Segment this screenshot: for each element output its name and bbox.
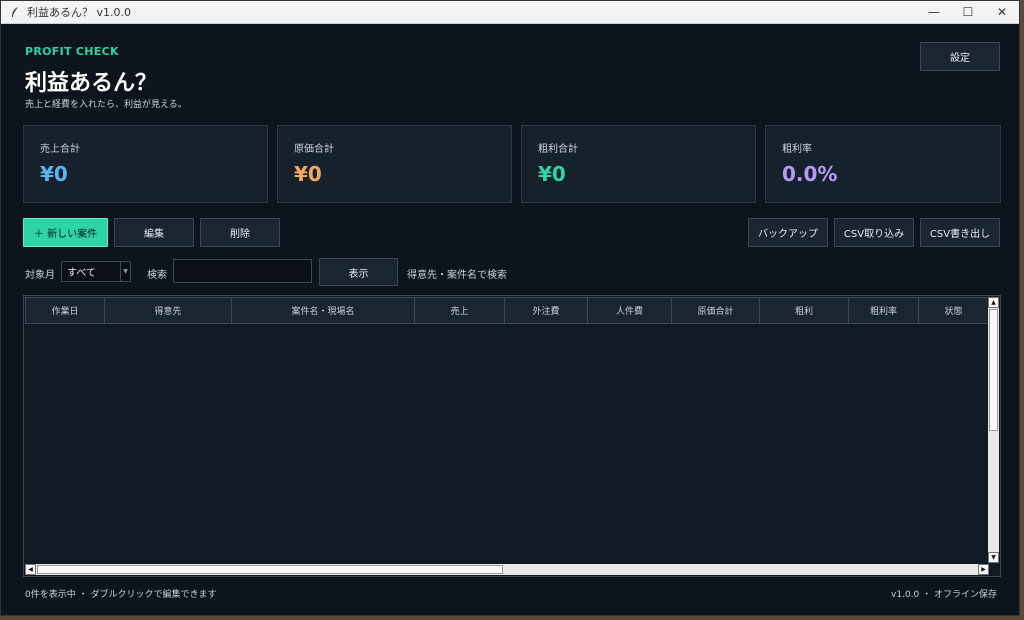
month-select-value: すべて [67, 268, 96, 279]
app-window: 利益あるん？ v1.0.0 — ☐ ✕ PROFIT CHECK 利益あるん？ … [0, 0, 1020, 616]
summary-label: 粗利合計 [538, 144, 578, 155]
summary-label: 売上合計 [40, 144, 80, 155]
backup-button[interactable]: バックアップ [748, 218, 828, 247]
summary-value: ¥0 [40, 162, 68, 186]
show-button[interactable]: 表示 [319, 258, 398, 286]
page-subtitle: 売上と経費を入れたら、利益が見える。 [25, 100, 187, 110]
column-header[interactable]: 作業日 [25, 297, 105, 324]
column-header[interactable]: 粗利 [760, 297, 849, 324]
close-button[interactable]: ✕ [985, 1, 1019, 23]
projects-table[interactable]: 作業日 得意先 案件名・現場名 売上 外注費 人件費 原価合計 粗利 粗利率 状… [23, 295, 1001, 577]
scroll-left-icon[interactable]: ◀ [25, 564, 36, 575]
summary-value: ¥0 [538, 162, 566, 186]
window-title: 利益あるん？ v1.0.0 [27, 6, 131, 19]
new-project-button[interactable]: ＋ 新しい案件 [23, 218, 108, 247]
summary-card-sales: 売上合計 ¥0 [23, 125, 268, 203]
column-header[interactable]: 粗利率 [849, 297, 919, 324]
summary-label: 粗利率 [782, 144, 812, 155]
search-input[interactable] [173, 259, 312, 283]
csv-import-button[interactable]: CSV取り込み [834, 218, 914, 247]
column-header[interactable]: 得意先 [105, 297, 232, 324]
column-header[interactable]: 人件費 [588, 297, 672, 324]
summary-card-gross-profit: 粗利合計 ¥0 [521, 125, 756, 203]
summary-label: 原価合計 [294, 144, 334, 155]
feather-icon [9, 6, 21, 18]
table-header: 作業日 得意先 案件名・現場名 売上 外注費 人件費 原価合計 粗利 粗利率 状… [25, 297, 989, 324]
search-hint: 得意先・案件名で検索 [407, 270, 507, 281]
title-bar: 利益あるん？ v1.0.0 — ☐ ✕ [1, 1, 1019, 24]
column-header[interactable]: 売上 [415, 297, 505, 324]
scroll-right-icon[interactable]: ▶ [978, 564, 989, 575]
status-text: 0件を表示中 ・ ダブルクリックで編集できます [25, 590, 217, 600]
search-label: 検索 [147, 270, 167, 281]
scroll-up-icon[interactable]: ▲ [988, 297, 999, 308]
vertical-scroll-thumb[interactable] [989, 309, 998, 431]
version-text: v1.0.0 ・ オフライン保存 [891, 590, 997, 600]
eyebrow-label: PROFIT CHECK [25, 45, 119, 58]
delete-button[interactable]: 削除 [200, 218, 280, 247]
month-filter-label: 対象月 [25, 270, 55, 281]
column-header[interactable]: 案件名・現場名 [232, 297, 415, 324]
edit-button[interactable]: 編集 [114, 218, 194, 247]
maximize-button[interactable]: ☐ [951, 1, 985, 23]
column-header[interactable]: 原価合計 [672, 297, 760, 324]
horizontal-scrollbar[interactable]: ◀ ▶ [25, 564, 989, 575]
summary-value: 0.0% [782, 162, 838, 186]
settings-button[interactable]: 設定 [920, 42, 1000, 71]
csv-export-button[interactable]: CSV書き出し [920, 218, 1000, 247]
summary-value: ¥0 [294, 162, 322, 186]
summary-card-margin: 粗利率 0.0% [765, 125, 1001, 203]
column-header[interactable]: 外注費 [505, 297, 588, 324]
scroll-down-icon[interactable]: ▼ [988, 552, 999, 563]
summary-card-cost: 原価合計 ¥0 [277, 125, 512, 203]
horizontal-scroll-thumb[interactable] [37, 565, 503, 574]
vertical-scrollbar[interactable]: ▲ ▼ [988, 297, 999, 563]
month-select[interactable]: すべて ▼ [61, 261, 131, 282]
minimize-button[interactable]: — [917, 1, 951, 23]
chevron-down-icon[interactable]: ▼ [120, 262, 130, 281]
column-header[interactable]: 状態 [919, 297, 989, 324]
page-title: 利益あるん？ [25, 71, 158, 96]
